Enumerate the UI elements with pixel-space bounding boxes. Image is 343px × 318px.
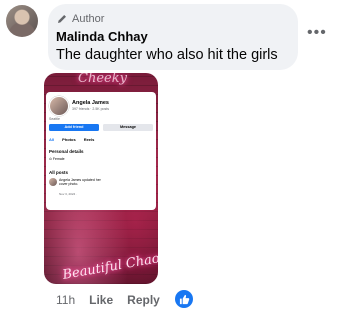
tab-all: All [49, 137, 55, 142]
profile-tabs: All Photos Reels [49, 137, 94, 142]
reply-button[interactable]: Reply [127, 293, 160, 307]
post-avatar [49, 178, 57, 186]
commenter-name[interactable]: Malinda Chhay [56, 29, 148, 44]
add-friend-label: Add friend [64, 125, 84, 129]
profile-picture [49, 96, 69, 116]
tab-reels: Reels [83, 137, 95, 142]
message-label: Message [119, 125, 137, 129]
neon-sign-bottom-text: Beautiful Chaos [61, 250, 158, 283]
tab-photos: Photos [62, 137, 76, 142]
like-reaction-icon[interactable] [175, 290, 193, 308]
personal-details-heading: Personal details [49, 149, 84, 154]
comment-actions: 11h Like Reply [56, 293, 160, 307]
profile-name: Angela James [72, 100, 109, 106]
author-badge: Author [56, 13, 104, 25]
author-label: Author [72, 13, 105, 25]
message-button: Message [103, 124, 153, 131]
post-date: Nov 3, 2024 · [59, 192, 78, 196]
pen-icon [58, 15, 66, 23]
profile-screenshot-card: Angela James 397 friends · 2.5K posts Se… [46, 92, 156, 210]
comment-image[interactable]: Cheeky Angela James 397 friends · 2.5K p… [44, 73, 158, 284]
neon-sign-text: Cheeky [78, 73, 127, 86]
gender-value: Female [52, 157, 65, 161]
comment-text: The daughter who also hit the girls [56, 47, 278, 63]
thumbs-up-icon [179, 294, 189, 304]
all-posts-heading: All posts [49, 170, 69, 175]
more-options-icon[interactable]: ••• [307, 25, 327, 41]
comment-time[interactable]: 11h [56, 293, 75, 307]
profile-bio: Seattle [49, 117, 60, 121]
profile-stats: 397 friends · 2.5K posts [72, 107, 109, 111]
comment-bubble: Author Malinda Chhay The daughter who al… [48, 4, 298, 70]
like-button[interactable]: Like [89, 293, 113, 307]
add-friend-button: Add friend [49, 124, 99, 131]
commenter-avatar[interactable] [6, 5, 38, 37]
gender-detail: ⊙ Female [49, 157, 65, 161]
post-text: Angela James updated her cover photo. [59, 178, 101, 187]
